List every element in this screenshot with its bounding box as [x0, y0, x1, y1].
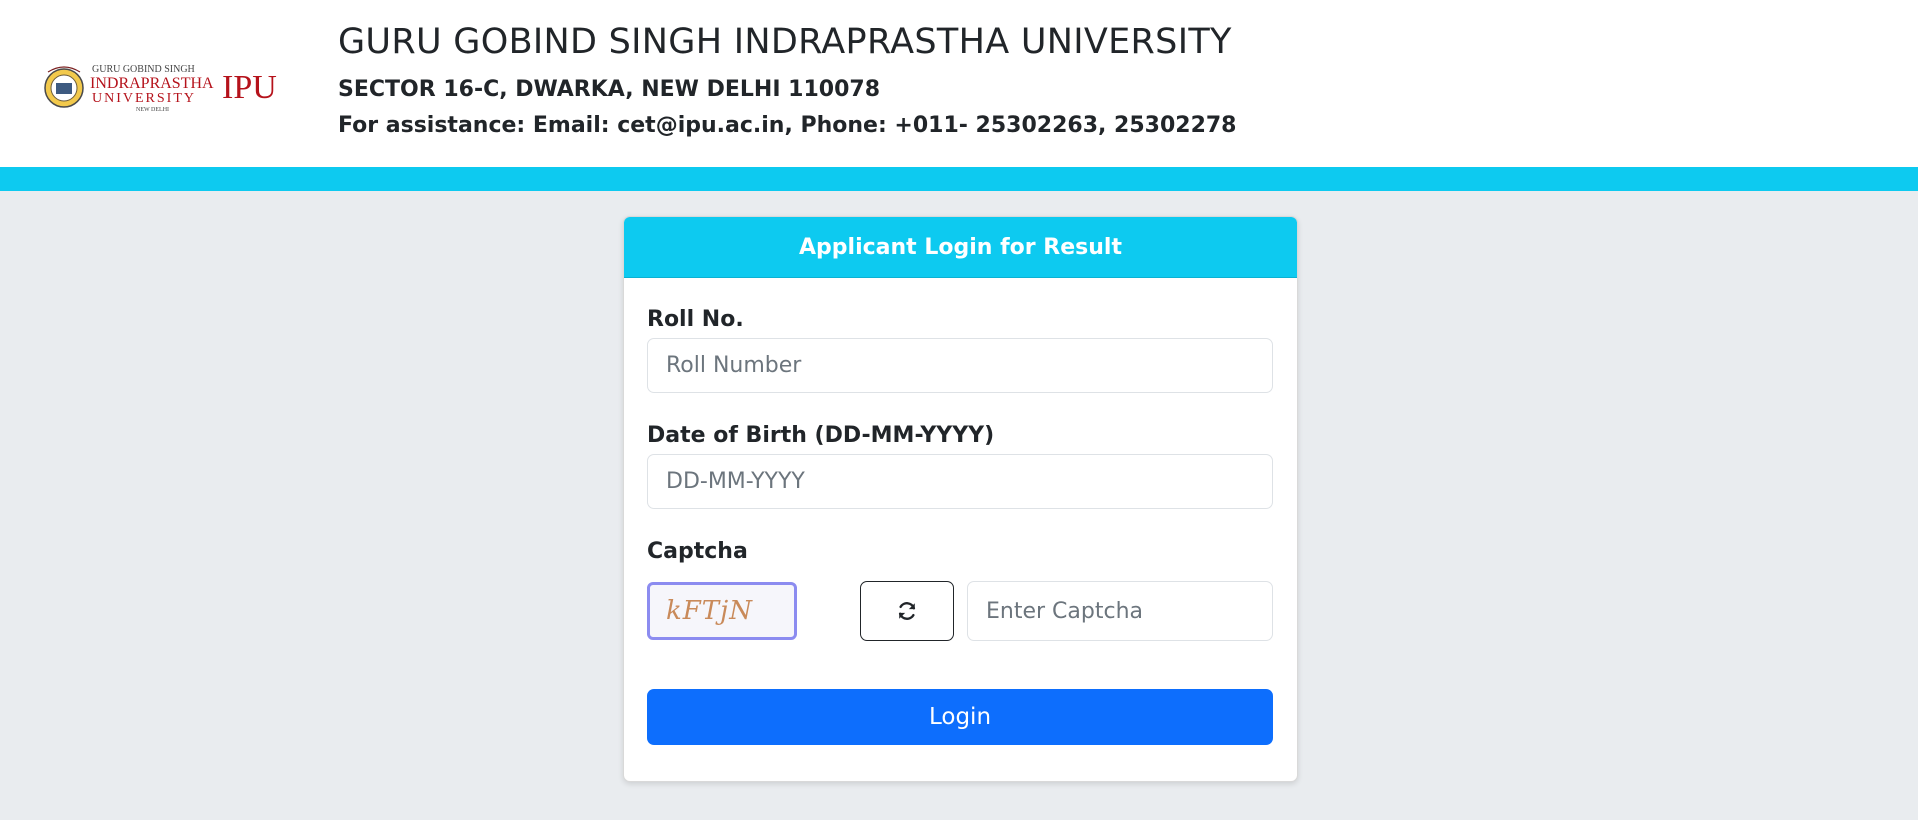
- svg-text:NEW DELHI: NEW DELHI: [136, 107, 169, 113]
- assistance-contact: For assistance: Email: cet@ipu.ac.in, Ph…: [338, 113, 1237, 138]
- svg-text:INDRAPRASTHA: INDRAPRASTHA: [90, 75, 214, 92]
- refresh-captcha-button[interactable]: [860, 581, 954, 641]
- university-logo: GURU GOBIND SINGH INDRAPRASTHA UNIVERSIT…: [44, 64, 277, 113]
- captcha-image: kFTjN: [647, 582, 797, 640]
- svg-text:UNIVERSITY: UNIVERSITY: [92, 91, 196, 106]
- dob-label: Date of Birth (DD-MM-YYYY): [647, 423, 995, 448]
- login-card-title: Applicant Login for Result: [624, 217, 1297, 278]
- roll-no-label: Roll No.: [647, 307, 744, 332]
- login-card: Applicant Login for Result Roll No. Date…: [623, 216, 1298, 782]
- captcha-label: Captcha: [647, 539, 748, 564]
- login-button[interactable]: Login: [647, 689, 1273, 745]
- university-address: SECTOR 16-C, DWARKA, NEW DELHI 110078: [338, 77, 881, 102]
- roll-number-input[interactable]: [647, 338, 1273, 393]
- site-header: GURU GOBIND SINGH INDRAPRASTHA UNIVERSIT…: [0, 0, 1918, 167]
- captcha-input[interactable]: [967, 581, 1273, 641]
- university-title: GURU GOBIND SINGH INDRAPRASTHA UNIVERSIT…: [338, 22, 1232, 62]
- svg-text:IPU: IPU: [222, 69, 277, 106]
- header-accent-band: [0, 167, 1918, 191]
- date-of-birth-input[interactable]: [647, 454, 1273, 509]
- refresh-icon: [898, 602, 916, 620]
- svg-text:GURU GOBIND SINGH: GURU GOBIND SINGH: [92, 64, 195, 75]
